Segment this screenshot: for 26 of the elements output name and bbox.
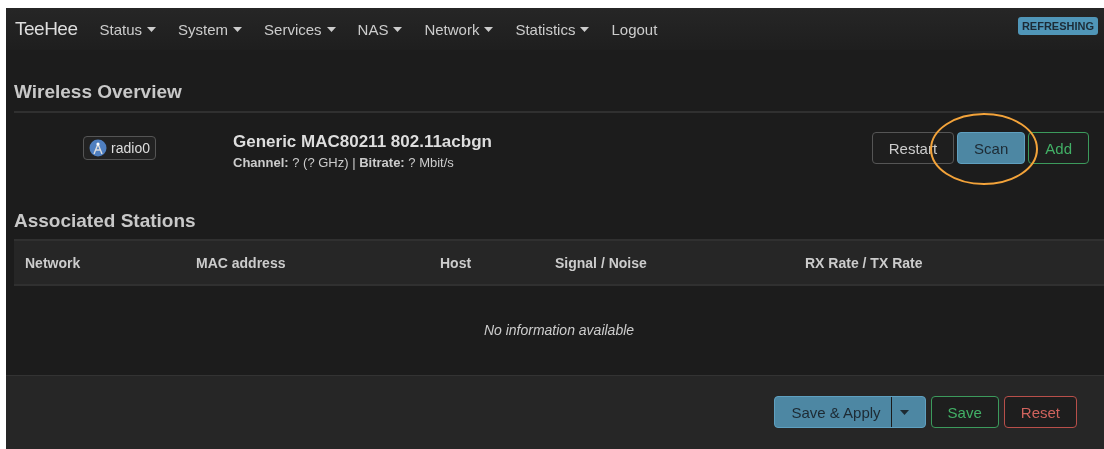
nav-menu[interactable]: NAS [357, 20, 403, 38]
nav-menu[interactable]: System [178, 20, 243, 38]
footer-button[interactable]: Save [930, 396, 999, 428]
section-title: Associated Stations [13, 210, 197, 232]
column-header: Network [25, 254, 82, 271]
brand-logo[interactable]: TeeHee [15, 18, 78, 40]
empty-message: No information available [483, 322, 635, 338]
action-button[interactable]: Add [1028, 132, 1089, 164]
column-header: RX Rate / TX Rate [805, 254, 924, 271]
action-button[interactable]: Scan [957, 132, 1026, 164]
column-header: MAC address [196, 254, 287, 271]
nav-menu[interactable]: Services [264, 20, 336, 38]
antenna-icon [89, 139, 108, 157]
nav-menu[interactable]: Status [99, 20, 157, 38]
nav-menu[interactable]: Logout [611, 20, 658, 38]
status-badge: REFRESHING [1017, 17, 1098, 35]
column-header: Signal / Noise [555, 254, 648, 271]
footer-button[interactable]: Save & Apply [774, 396, 926, 428]
column-header: Host [440, 254, 473, 271]
footer-button[interactable]: Reset [1003, 396, 1077, 428]
radio-badge: radio0 [83, 136, 156, 160]
device-details: Channel: ? (? GHz) | Bitrate: ? Mbit/s [233, 155, 455, 170]
nav-menu[interactable]: Statistics [515, 20, 590, 38]
section-title: Wireless Overview [13, 81, 183, 103]
nav-menu[interactable]: Network [424, 20, 494, 38]
device-model: Generic MAC80211 802.11acbgn [233, 132, 492, 152]
